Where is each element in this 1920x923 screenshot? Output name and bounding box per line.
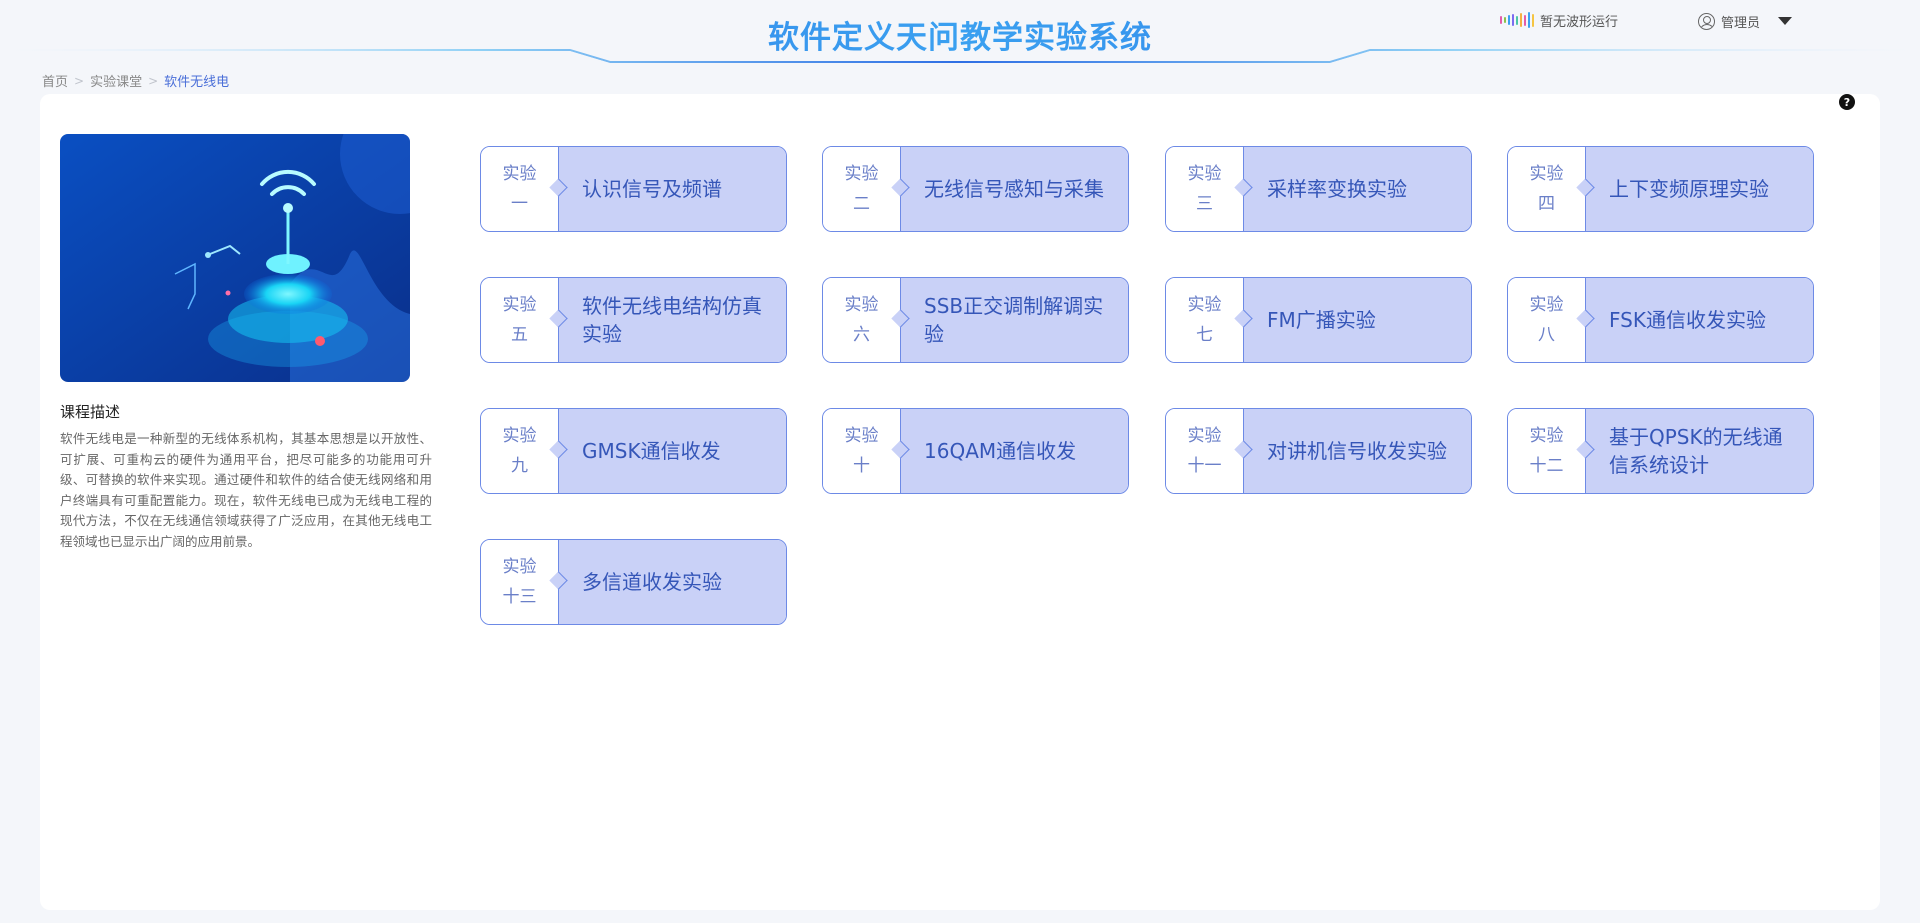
- experiment-name: 无线信号感知与采集: [901, 147, 1128, 231]
- experiment-index: 五: [511, 325, 528, 345]
- course-description: 软件无线电是一种新型的无线体系机构，其基本思想是以开放性、可扩展、可重构云的硬件…: [60, 431, 432, 549]
- experiment-label: 实验: [502, 295, 537, 315]
- breadcrumb: 首页 > 实验课堂 > 软件无线电: [42, 71, 230, 91]
- waveform-bar: [1512, 14, 1514, 26]
- waveform-bar: [1500, 16, 1502, 24]
- waveform-icon: [1500, 12, 1534, 28]
- experiment-name: 采样率变换实验: [1244, 147, 1471, 231]
- experiment-name: 多信道收发实验: [559, 540, 786, 624]
- experiment-label: 实验: [1187, 295, 1222, 315]
- experiment-label: 实验: [844, 164, 879, 184]
- experiment-label: 实验: [1529, 426, 1564, 446]
- wave-status-text: 暂无波形运行: [1540, 14, 1619, 30]
- experiment-number: 实验一: [481, 147, 568, 231]
- experiment-label: 实验: [1529, 295, 1564, 315]
- experiment-card[interactable]: 实验六 SSB正交调制解调实验: [822, 277, 1129, 363]
- experiment-name: FSK通信收发实验: [1586, 278, 1813, 362]
- experiment-number: 实验三: [1166, 147, 1253, 231]
- experiment-label: 实验: [844, 295, 879, 315]
- chevron-right-icon: >: [148, 73, 159, 88]
- waveform-bar: [1520, 13, 1522, 27]
- experiment-index: 九: [511, 456, 528, 476]
- experiment-index: 十: [853, 456, 870, 476]
- experiment-number: 实验四: [1508, 147, 1595, 231]
- experiment-index: 十二: [1529, 456, 1564, 476]
- experiment-label: 实验: [1187, 426, 1222, 446]
- app-header: 软件定义天问教学实验系统 暂无波形运行 管理员: [0, 0, 1920, 64]
- experiment-name: 上下变频原理实验: [1586, 147, 1813, 231]
- breadcrumb-classroom[interactable]: 实验课堂: [90, 71, 142, 90]
- experiment-index: 八: [1538, 325, 1555, 345]
- experiment-number: 实验 十三: [481, 540, 568, 624]
- experiment-card[interactable]: 实验八 FSK通信收发实验: [1507, 277, 1814, 363]
- experiment-index: 六: [853, 325, 870, 345]
- wave-status[interactable]: 暂无波形运行: [1500, 10, 1618, 30]
- waveform-bar: [1524, 14, 1526, 26]
- user-name: 管理员: [1721, 15, 1761, 31]
- waveform-bar: [1508, 15, 1510, 25]
- question-icon[interactable]: ?: [1839, 94, 1855, 110]
- experiment-name: 16QAM通信收发: [901, 409, 1128, 493]
- experiment-card[interactable]: 实验五软件无线电结构仿真实验: [480, 277, 787, 363]
- experiment-card[interactable]: 实验一认识信号及频谱: [480, 146, 787, 232]
- experiment-card[interactable]: 实验十 16QAM通信收发: [822, 408, 1129, 494]
- chevron-right-icon: >: [74, 73, 85, 88]
- caret-down-icon[interactable]: [1778, 17, 1793, 25]
- experiment-name: FM广播实验: [1244, 278, 1471, 362]
- experiment-index: 七: [1196, 325, 1213, 345]
- waveform-bar: [1532, 13, 1534, 27]
- experiment-number: 实验六: [823, 278, 910, 362]
- experiment-card[interactable]: 实验九 GMSK通信收发: [480, 408, 787, 494]
- experiment-card[interactable]: 实验 十三 多信道收发实验: [480, 539, 787, 625]
- waveform-bar: [1504, 17, 1506, 23]
- experiment-card[interactable]: 实验 十二 基于QPSK的无线通信系统设计: [1507, 408, 1814, 494]
- waveform-bar: [1528, 12, 1530, 28]
- user-menu[interactable]: 管理员: [1698, 10, 1793, 32]
- experiment-name: SSB正交调制解调实验: [901, 278, 1128, 362]
- experiment-number: 实验七: [1166, 278, 1253, 362]
- experiment-card[interactable]: 实验七 FM广播实验: [1165, 277, 1472, 363]
- experiment-index: 十一: [1187, 456, 1222, 476]
- experiment-name: 认识信号及频谱: [559, 147, 786, 231]
- breadcrumb-home[interactable]: 首页: [42, 71, 68, 90]
- experiment-number: 实验八: [1508, 278, 1595, 362]
- experiment-index: 一: [511, 194, 528, 214]
- experiment-name: GMSK通信收发: [559, 409, 786, 493]
- experiment-name: 对讲机信号收发实验: [1244, 409, 1471, 493]
- user-icon: [1698, 12, 1715, 30]
- experiment-label: 实验: [502, 426, 537, 446]
- experiment-card[interactable]: 实验二无线信号感知与采集: [822, 146, 1129, 232]
- experiment-label: 实验: [1529, 164, 1564, 184]
- experiment-number: 实验九: [481, 409, 568, 493]
- experiment-number: 实验五: [481, 278, 568, 362]
- experiment-label: 实验: [502, 164, 537, 184]
- experiment-card[interactable]: 实验三采样率变换实验: [1165, 146, 1472, 232]
- page-title: 软件定义天问教学实验系统: [0, 12, 1920, 57]
- experiment-card[interactable]: 实验四上下变频原理实验: [1507, 146, 1814, 232]
- experiment-index: 三: [1196, 194, 1213, 214]
- experiment-label: 实验: [1187, 164, 1222, 184]
- experiment-number: 实验 十二: [1508, 409, 1595, 493]
- experiment-number: 实验十: [823, 409, 910, 493]
- waveform-bar: [1516, 15, 1518, 25]
- experiment-number: 实验 十一: [1166, 409, 1253, 493]
- experiment-card[interactable]: 实验 十一 对讲机信号收发实验: [1165, 408, 1472, 494]
- experiment-label: 实验: [844, 426, 879, 446]
- course-description-title: 课程描述: [60, 403, 121, 421]
- experiment-name: 软件无线电结构仿真实验: [559, 278, 786, 362]
- experiment-number: 实验二: [823, 147, 910, 231]
- experiment-name: 基于QPSK的无线通信系统设计: [1586, 409, 1813, 493]
- experiment-index: 十三: [502, 587, 537, 607]
- experiment-index: 二: [853, 194, 870, 214]
- course-illustration: [60, 134, 410, 382]
- experiment-index: 四: [1538, 194, 1555, 214]
- breadcrumb-current: 软件无线电: [164, 75, 230, 90]
- experiment-label: 实验: [502, 557, 537, 577]
